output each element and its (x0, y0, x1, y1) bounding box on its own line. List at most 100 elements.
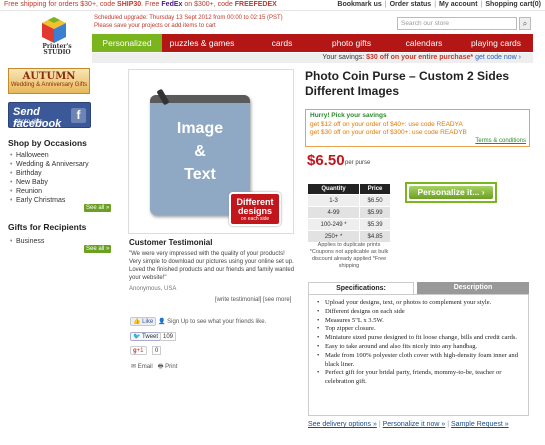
savings-amount: $30 off on your entire purchase* (366, 54, 474, 61)
tab-specifications[interactable]: Specifications: (308, 282, 414, 294)
personalize-now-link[interactable]: Personalize it now » (383, 421, 446, 428)
occasion-link[interactable]: Halloween (8, 151, 89, 160)
promo-code: SHIP30 (117, 1, 142, 8)
signup-label: Sign Up to see what your friends like. (167, 319, 267, 325)
thumb-icon: 👍 (133, 319, 141, 325)
list-item: Easy to take around and also fits nicely… (315, 343, 522, 352)
quantity-price-table: Quantity Price 1-3 $6.50 4-99 $5.99 100-24… (306, 183, 391, 243)
facebook-banner[interactable]: Send facebook photo gifts f (8, 102, 91, 130)
tab-photo-gifts[interactable]: photo gifts (314, 34, 389, 52)
specifications-panel: Upload your designs, text, or photos to … (308, 294, 529, 416)
list-item: Made from 100% polyester cloth cover wit… (315, 352, 522, 370)
occasion-link[interactable]: Birthday (8, 169, 89, 178)
occasion-link[interactable]: Early Christmas (8, 196, 89, 205)
price-cell: $4.85 (359, 230, 391, 243)
savings-label: Your savings: (322, 54, 367, 61)
table-row: 100-249 * $5.39 (306, 218, 391, 231)
get-code-link[interactable]: get code now › (473, 54, 521, 61)
banner-title: AUTUMN (22, 71, 76, 82)
banner-subtitle: Wedding & Anniversary Gifts (10, 82, 88, 88)
personalize-button[interactable]: Personalize it... › (405, 182, 497, 203)
share-actions: ✉ Email 🖶 Print (131, 362, 177, 372)
email-link[interactable]: Email (138, 364, 153, 370)
badge-line: on each side (240, 216, 270, 222)
tab-playing-cards[interactable]: playing cards (459, 34, 533, 52)
recipients-heading: Gifts for Recipients (8, 222, 87, 232)
list-item: Miniature sized purse designed to fit lo… (315, 334, 522, 343)
list-item: Different designs on each side (315, 308, 522, 317)
spec-list: Upload your designs, text, or photos to … (315, 299, 522, 387)
testimonial-links[interactable]: [write testimonial] [see more] (215, 297, 291, 303)
order-status-link[interactable]: Order status (390, 1, 432, 8)
price-cell: $5.39 (359, 218, 391, 231)
plus-count: 0 (152, 346, 162, 355)
logo[interactable]: Printer's STUDIO (28, 13, 80, 56)
see-all-occasions-button[interactable]: See all » (84, 204, 112, 212)
terms-link[interactable]: Terms & conditions (475, 138, 526, 144)
list-item: Top zipper closure. (315, 325, 522, 334)
search-icon: ⌕ (522, 19, 528, 28)
promo-code: FREEFEDEX (234, 1, 277, 8)
purse-text: Image & Text (150, 117, 250, 186)
shopping-cart-link[interactable]: Shopping cart(0) (485, 1, 541, 8)
table-row: 4-99 $5.99 (306, 206, 391, 219)
bottom-links: See delivery options » | Personalize it … (308, 421, 509, 428)
main-nav: Personalized puzzles & games cards photo… (92, 34, 533, 52)
tab-personalized[interactable]: Personalized (92, 34, 162, 52)
occasion-link[interactable]: New Baby (8, 178, 89, 187)
top-links: Bookmark us | Order status | My account | Shop… (337, 1, 541, 8)
list-item: Upload your designs, text, or photos to … (315, 299, 522, 308)
notice-line: Scheduled upgrade: Thursday 13 Sept 2012… (94, 15, 283, 21)
purse-text-line: Image (176, 120, 224, 137)
twitter-icon: 🐦 (133, 334, 141, 340)
quantity-cell: 4-99 (306, 206, 361, 219)
occasions-heading: Shop by Occasions (8, 138, 87, 148)
fb-signup-text[interactable]: 👤 Sign Up to see what your friends like. (158, 318, 266, 325)
purse-text-line: & (194, 143, 206, 160)
tweet-count: 109 (160, 332, 177, 341)
occasion-link[interactable]: Reunion (8, 187, 89, 196)
like-label: Like (142, 319, 154, 325)
tab-calendars[interactable]: calendars (389, 34, 459, 52)
table-row: 250+ * $4.85 (306, 230, 391, 243)
occasion-link[interactable]: Wedding & Anniversary (8, 160, 89, 169)
promo-text: . Free (141, 1, 162, 8)
occasions-list: Halloween Wedding & Anniversary Birthday… (8, 151, 89, 205)
plus-label: +1 (136, 348, 144, 354)
testimonial-heading: Customer Testimonial (129, 238, 213, 247)
table-header-row: Quantity Price (306, 183, 391, 195)
sample-request-link[interactable]: Sample Request » (451, 421, 509, 428)
my-account-link[interactable]: My account (439, 1, 478, 8)
facebook-icon: f (71, 108, 86, 123)
quantity-cell: 100-249 * (306, 218, 361, 231)
search-button[interactable]: ⌕ (519, 17, 531, 30)
recipient-link[interactable]: Business (8, 237, 44, 246)
list-item: Measures 5"L x 3.5W. (315, 317, 522, 326)
promo-line: get $12 off on your order of $40+: use c… (310, 121, 463, 128)
google-plus-button[interactable]: g+1 (130, 346, 147, 355)
email-icon: ✉ (131, 364, 137, 370)
badge-line: designs (237, 206, 272, 216)
promo-text: on $300+, code (182, 1, 235, 8)
search-input[interactable]: Search our store (397, 17, 517, 30)
recipients-list: Business (8, 237, 44, 246)
quantity-cell: 250+ * (306, 230, 361, 243)
tab-description[interactable]: Description (417, 282, 529, 294)
see-all-recipients-button[interactable]: See all » (84, 245, 112, 253)
column-header: Price (359, 183, 391, 195)
logo-text: Printer's STUDIO (42, 43, 72, 56)
tab-cards[interactable]: cards (242, 34, 322, 52)
savings-bar: Your savings: $30 off on your entire pur… (92, 53, 533, 63)
column-header: Quantity (306, 183, 361, 195)
tweet-button[interactable]: 🐦 Tweet (130, 332, 162, 341)
fedex-logo: FedEx (161, 1, 183, 8)
delivery-options-link[interactable]: See delivery options » (308, 421, 377, 428)
facebook-like-button[interactable]: 👍 Like (130, 317, 157, 326)
banner-subtitle: photo gifts (15, 119, 43, 125)
upgrade-notice: Scheduled upgrade: Thursday 13 Sept 2012… (94, 14, 283, 30)
list-item: Perfect gift for your bridal party, frie… (315, 369, 522, 387)
bookmark-link[interactable]: Bookmark us (337, 1, 381, 8)
autumn-banner[interactable]: AUTUMN Wedding & Anniversary Gifts (8, 68, 90, 94)
print-link[interactable]: Print (165, 364, 177, 370)
tab-puzzles-games[interactable]: puzzles & games (162, 34, 242, 52)
